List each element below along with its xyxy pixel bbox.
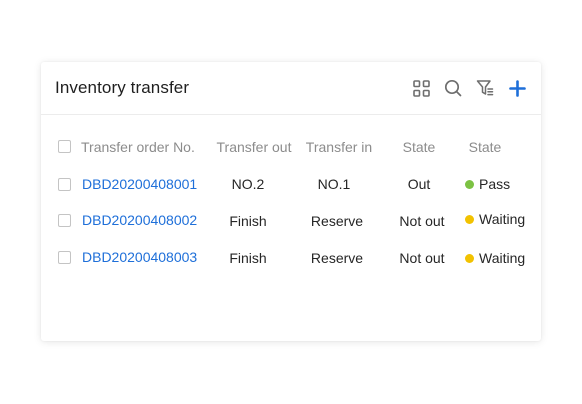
status-badge: Waiting xyxy=(465,250,525,266)
filter-icon[interactable] xyxy=(475,78,495,98)
select-all-checkbox[interactable] xyxy=(58,140,71,153)
row-checkbox[interactable] xyxy=(58,214,71,227)
status-label: Pass xyxy=(479,176,511,192)
status-badge: Waiting xyxy=(465,211,525,227)
transfer-in-value: Reserve xyxy=(310,213,364,229)
transfer-out-value: Finish xyxy=(229,250,267,266)
column-header-order-no: Transfer order No. xyxy=(81,139,195,155)
state-value: Not out xyxy=(399,213,445,229)
status-dot xyxy=(465,179,474,189)
row-checkbox[interactable] xyxy=(58,251,71,264)
add-icon[interactable] xyxy=(507,78,527,98)
status-label: Waiting xyxy=(479,211,526,227)
state-value: Not out xyxy=(399,250,445,266)
status-badge: Pass xyxy=(465,176,510,192)
column-header-transfer-out: Transfer out xyxy=(216,139,292,155)
status-dot xyxy=(465,214,474,224)
state-value: Out xyxy=(407,176,431,192)
column-header-state: State xyxy=(402,139,436,155)
transfer-in-value: Reserve xyxy=(310,250,364,266)
inventory-transfer-panel: Inventory transfer Transfer order No. Tr… xyxy=(41,62,541,341)
column-header-transfer-in: Transfer in xyxy=(305,139,373,155)
order-number-link[interactable]: DBD20200408003 xyxy=(82,249,197,265)
order-number-link[interactable]: DBD20200408002 xyxy=(82,212,197,228)
panel-title: Inventory transfer xyxy=(55,78,190,97)
row-checkbox[interactable] xyxy=(58,178,71,191)
search-icon[interactable] xyxy=(443,78,463,98)
status-label: Waiting xyxy=(479,250,526,266)
transfer-out-value: Finish xyxy=(229,213,267,229)
status-dot xyxy=(465,253,474,263)
panel-header: Inventory transfer xyxy=(41,62,541,115)
column-header-status: State xyxy=(468,139,502,155)
transfer-in-value: NO.1 xyxy=(317,176,351,192)
order-number-link[interactable]: DBD20200408001 xyxy=(82,176,197,192)
grid-icon[interactable] xyxy=(411,78,431,98)
transfer-out-value: NO.2 xyxy=(231,176,265,192)
